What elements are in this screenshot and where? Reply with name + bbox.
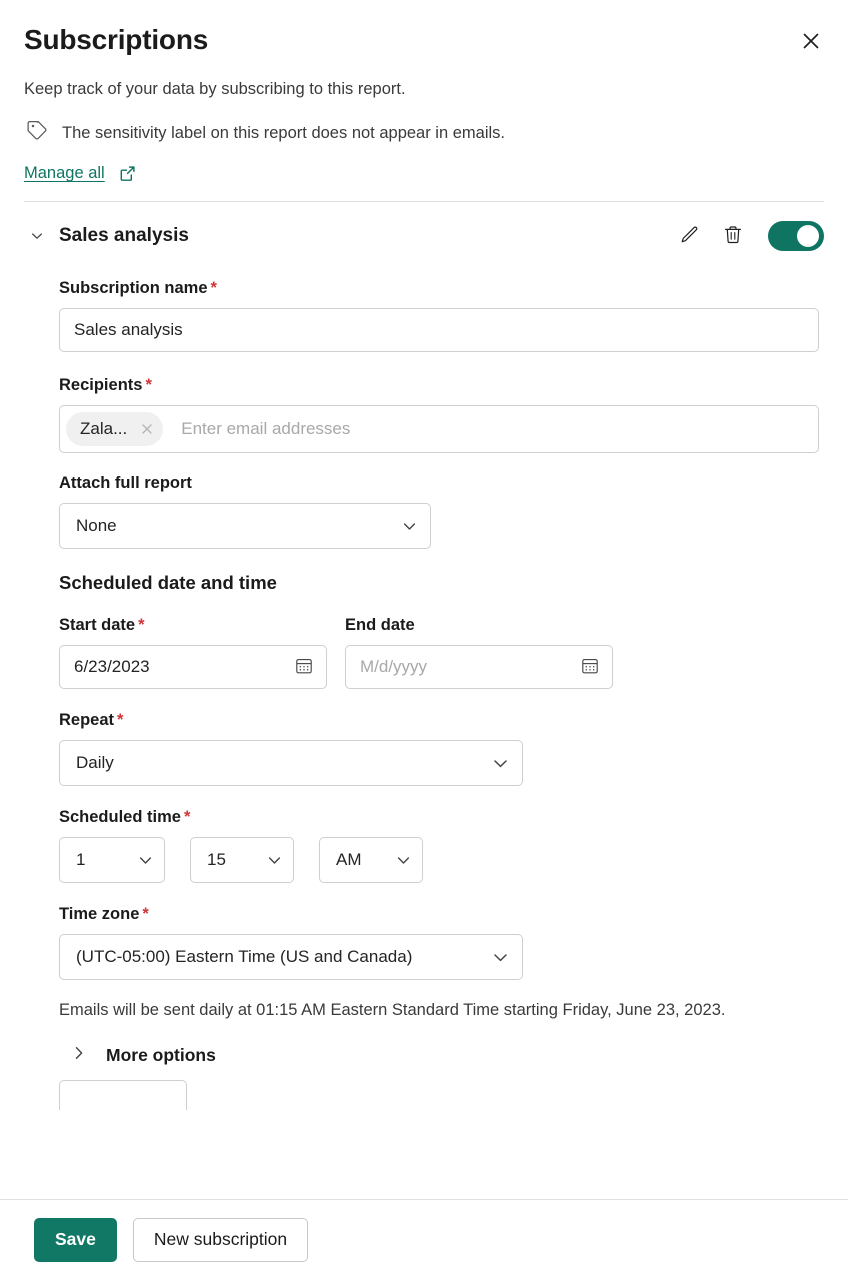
title-row: Subscriptions xyxy=(24,22,824,58)
time-zone-label-text: Time zone xyxy=(59,905,139,923)
required-asterisk: * xyxy=(145,376,151,394)
subscription-header-row: Sales analysis xyxy=(24,202,824,251)
start-date-value: 6/23/2023 xyxy=(74,657,150,677)
save-button[interactable]: Save xyxy=(34,1218,117,1262)
field-recipients: Recipients* Zala... Enter email addresse… xyxy=(59,374,819,453)
schedule-section-heading: Scheduled date and time xyxy=(59,570,819,596)
time-zone-select[interactable]: (UTC-05:00) Eastern Time (US and Canada) xyxy=(59,934,523,980)
recipients-label: Recipients* xyxy=(59,374,819,396)
edit-button[interactable] xyxy=(676,223,702,249)
repeat-label-text: Repeat xyxy=(59,711,114,729)
attach-full-report-value: None xyxy=(76,516,117,536)
end-date-label-text: End date xyxy=(345,616,415,634)
new-subscription-button[interactable]: New subscription xyxy=(133,1218,308,1262)
panel-subtitle: Keep track of your data by subscribing t… xyxy=(24,77,824,101)
panel-body: Sales analysis xyxy=(0,202,848,1199)
calendar-icon xyxy=(294,656,314,679)
external-link-icon[interactable] xyxy=(118,164,137,183)
panel-header: Subscriptions Keep track of your data by… xyxy=(0,0,848,184)
repeat-label: Repeat* xyxy=(59,709,819,731)
time-zone-value: (UTC-05:00) Eastern Time (US and Canada) xyxy=(76,947,412,967)
end-date-calendar-button[interactable] xyxy=(580,656,600,679)
sensitivity-notice: The sensitivity label on this report doe… xyxy=(24,117,824,148)
recipients-label-text: Recipients xyxy=(59,376,142,394)
delete-button[interactable] xyxy=(720,223,746,249)
scheduled-meridiem-select[interactable]: AM xyxy=(319,837,423,883)
subscription-name-label: Subscription name* xyxy=(59,277,819,299)
repeat-select[interactable]: Daily xyxy=(59,740,523,786)
field-scheduled-time: Scheduled time* 1 15 xyxy=(59,806,819,883)
chevron-right-icon xyxy=(71,1045,87,1066)
start-date-calendar-button[interactable] xyxy=(294,656,314,679)
attach-full-report-select[interactable]: None xyxy=(59,503,431,549)
subscription-name-label-text: Subscription name xyxy=(59,279,208,297)
chevron-down-icon xyxy=(395,852,412,869)
more-options-toggle[interactable]: More options xyxy=(71,1045,819,1066)
scheduled-time-label-text: Scheduled time xyxy=(59,808,181,826)
panel-footer: Save New subscription xyxy=(0,1199,848,1282)
toggle-knob xyxy=(797,225,819,247)
chevron-down-icon xyxy=(137,852,154,869)
page-title: Subscriptions xyxy=(24,22,208,58)
required-asterisk: * xyxy=(142,905,148,923)
manage-all-row: Manage all xyxy=(24,162,824,184)
chevron-down-icon xyxy=(401,518,418,535)
subscription-name-input[interactable] xyxy=(59,308,819,352)
scheduled-meridiem-value: AM xyxy=(336,850,362,870)
field-end-date: End date M/d/yyyy xyxy=(345,614,613,689)
close-icon xyxy=(801,31,821,51)
schedule-summary-text: Emails will be sent daily at 01:15 AM Ea… xyxy=(59,997,804,1024)
field-attach-full-report: Attach full report None xyxy=(59,472,819,549)
field-subscription-name: Subscription name* xyxy=(59,277,819,352)
scheduled-time-label: Scheduled time* xyxy=(59,806,819,828)
chevron-down-icon xyxy=(491,948,510,967)
required-asterisk: * xyxy=(211,279,217,297)
recipient-chip[interactable]: Zala... xyxy=(66,412,163,446)
recipients-input[interactable]: Zala... Enter email addresses xyxy=(59,405,819,453)
tag-icon xyxy=(24,117,50,148)
subscription-actions xyxy=(676,221,824,251)
more-options-label: More options xyxy=(106,1045,216,1066)
subscription-name-heading: Sales analysis xyxy=(59,223,676,249)
start-date-input[interactable]: 6/23/2023 xyxy=(59,645,327,689)
calendar-icon xyxy=(580,656,600,679)
required-asterisk: * xyxy=(117,711,123,729)
subscriptions-panel: Subscriptions Keep track of your data by… xyxy=(0,0,848,1282)
pencil-icon xyxy=(678,224,700,249)
required-asterisk: * xyxy=(138,616,144,634)
subscription-form: Subscription name* Recipients* Zala... xyxy=(24,277,824,1110)
manage-all-link[interactable]: Manage all xyxy=(24,162,109,184)
recipient-chip-label: Zala... xyxy=(80,419,127,439)
start-date-label-text: Start date xyxy=(59,616,135,634)
clipped-control-below[interactable] xyxy=(59,1080,187,1110)
scheduled-minute-value: 15 xyxy=(207,850,226,870)
subscription-enabled-toggle[interactable] xyxy=(768,221,824,251)
repeat-value: Daily xyxy=(76,753,114,773)
scheduled-hour-value: 1 xyxy=(76,850,85,870)
close-button[interactable] xyxy=(794,24,828,58)
attach-full-report-label: Attach full report xyxy=(59,472,819,494)
recipients-placeholder: Enter email addresses xyxy=(181,419,812,439)
scheduled-minute-select[interactable]: 15 xyxy=(190,837,294,883)
required-asterisk: * xyxy=(184,808,190,826)
start-date-label: Start date* xyxy=(59,614,327,636)
time-zone-label: Time zone* xyxy=(59,903,819,925)
date-row: Start date* 6/23/2023 xyxy=(59,614,819,689)
field-start-date: Start date* 6/23/2023 xyxy=(59,614,327,689)
sensitivity-text: The sensitivity label on this report doe… xyxy=(62,122,505,144)
chevron-down-icon xyxy=(491,754,510,773)
end-date-input[interactable]: M/d/yyyy xyxy=(345,645,613,689)
end-date-label: End date xyxy=(345,614,613,636)
field-repeat: Repeat* Daily xyxy=(59,709,819,786)
scheduled-hour-select[interactable]: 1 xyxy=(59,837,165,883)
scheduled-time-row: 1 15 xyxy=(59,837,819,883)
chevron-down-icon[interactable] xyxy=(26,225,48,247)
field-time-zone: Time zone* (UTC-05:00) Eastern Time (US … xyxy=(59,903,819,980)
remove-recipient-icon[interactable] xyxy=(135,417,159,441)
trash-icon xyxy=(722,224,744,249)
end-date-placeholder: M/d/yyyy xyxy=(360,657,427,677)
chevron-down-icon xyxy=(266,852,283,869)
